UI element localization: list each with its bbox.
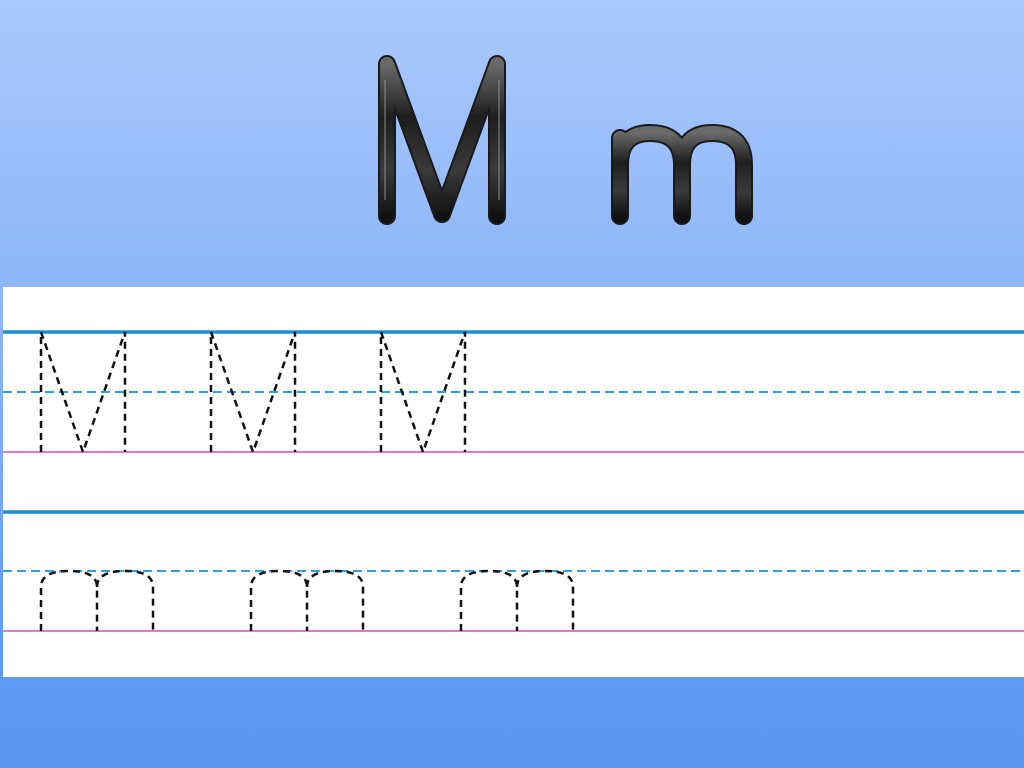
- trace-uppercase-m-2[interactable]: [209, 331, 297, 456]
- practice-lines: [3, 330, 1024, 632]
- letter-title-artwork: [378, 55, 753, 225]
- trace-lowercase-m-2[interactable]: [249, 569, 365, 631]
- title-lowercase-m: [611, 124, 753, 225]
- handwriting-practice-sheet: [3, 287, 1024, 677]
- title-uppercase-m: [378, 55, 506, 225]
- trace-lowercase-m-1[interactable]: [39, 569, 155, 631]
- letter-title: [0, 0, 1024, 287]
- trace-lowercase-m-3[interactable]: [459, 569, 575, 631]
